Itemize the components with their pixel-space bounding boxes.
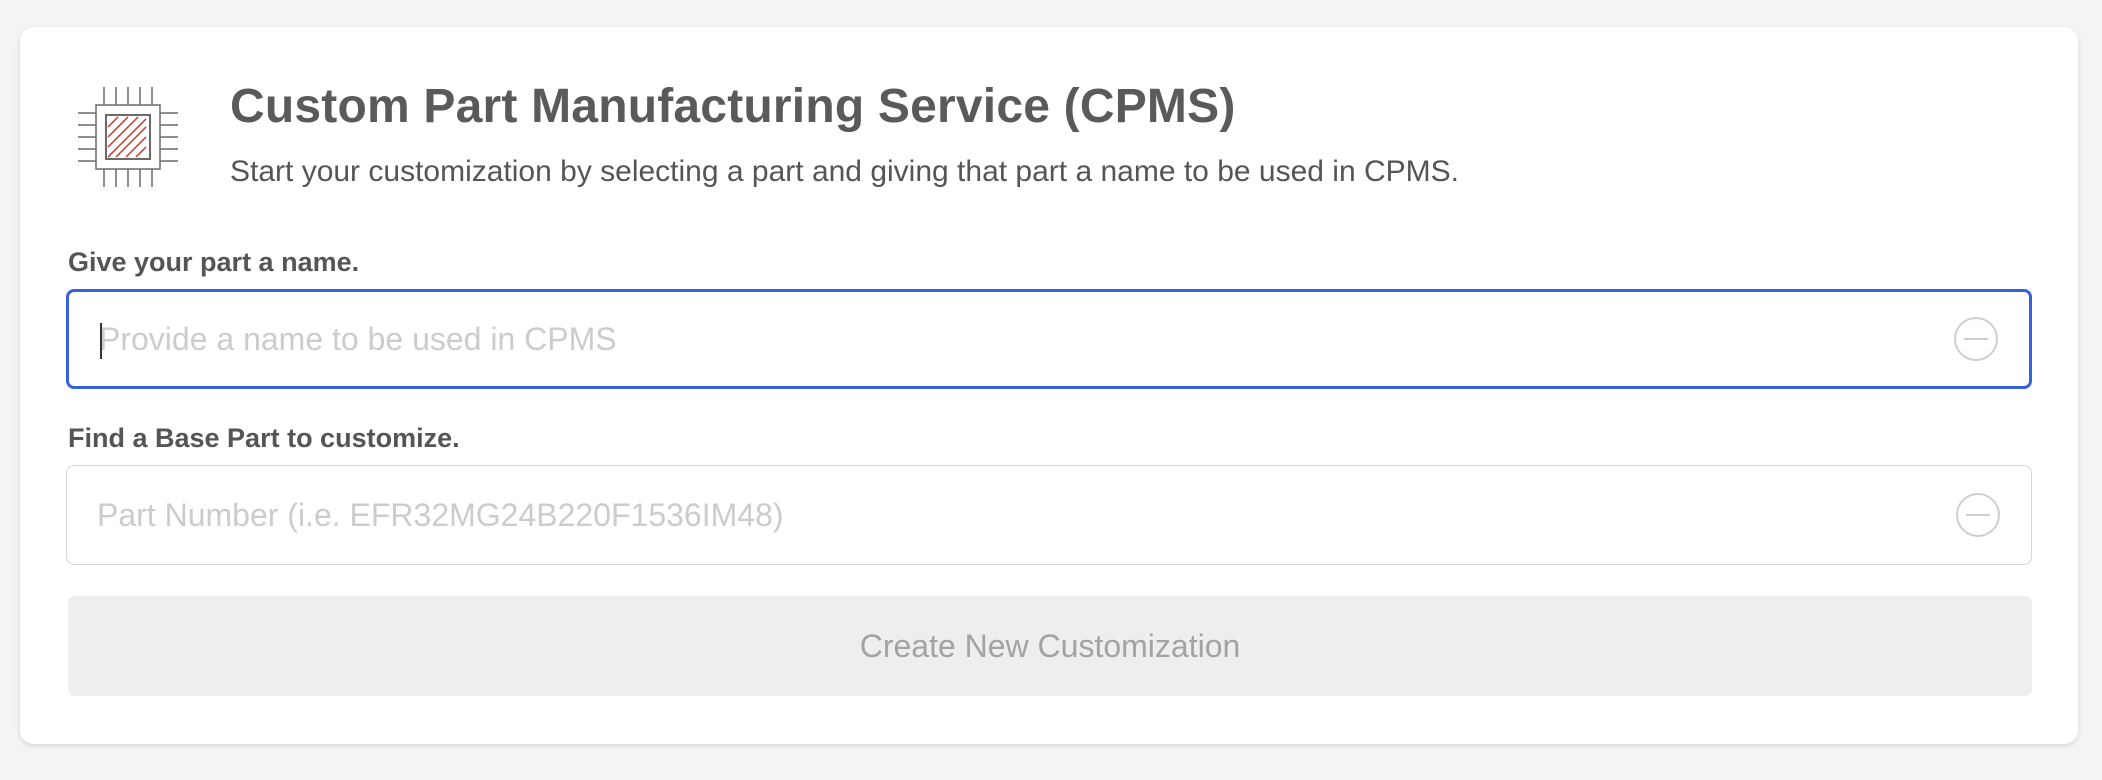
circle-minus-icon[interactable] (1953, 316, 1999, 362)
page-subtitle: Start your customization by selecting a … (230, 155, 1459, 188)
circle-minus-icon[interactable] (1955, 492, 2001, 538)
part-name-input[interactable] (99, 292, 1919, 386)
microchip-icon (68, 77, 188, 197)
text-caret (100, 323, 102, 359)
page-title: Custom Part Manufacturing Service (CPMS) (230, 80, 1236, 133)
base-part-label: Find a Base Part to customize. (68, 423, 460, 453)
cpms-card: Custom Part Manufacturing Service (CPMS)… (20, 27, 2078, 744)
part-name-field[interactable] (66, 289, 2032, 389)
base-part-field[interactable] (66, 465, 2032, 565)
part-name-label: Give your part a name. (68, 247, 360, 277)
create-customization-button[interactable]: Create New Customization (68, 596, 2032, 696)
base-part-input[interactable] (97, 466, 1917, 564)
